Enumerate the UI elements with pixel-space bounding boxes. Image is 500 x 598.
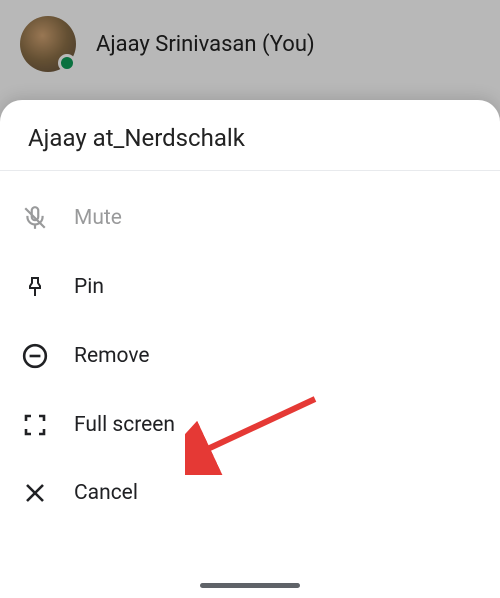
remove-item[interactable]: Remove (0, 321, 500, 391)
sheet-title: Ajaay at_Nerdschalk (0, 100, 500, 171)
pin-icon (20, 275, 50, 299)
mute-label: Mute (74, 206, 122, 230)
close-icon (20, 481, 50, 505)
mute-icon (20, 205, 50, 231)
pin-item[interactable]: Pin (0, 253, 500, 321)
pin-label: Pin (74, 275, 104, 299)
home-indicator (200, 583, 300, 588)
remove-label: Remove (74, 344, 150, 368)
fullscreen-item[interactable]: Full screen (0, 391, 500, 459)
cancel-item[interactable]: Cancel (0, 459, 500, 527)
mute-item: Mute (0, 183, 500, 253)
fullscreen-label: Full screen (74, 413, 175, 437)
menu: Mute Pin Remove (0, 171, 500, 527)
action-sheet: Ajaay at_Nerdschalk Mute Pin (0, 100, 500, 598)
fullscreen-icon (20, 413, 50, 437)
cancel-label: Cancel (74, 481, 138, 505)
remove-icon (20, 343, 50, 369)
